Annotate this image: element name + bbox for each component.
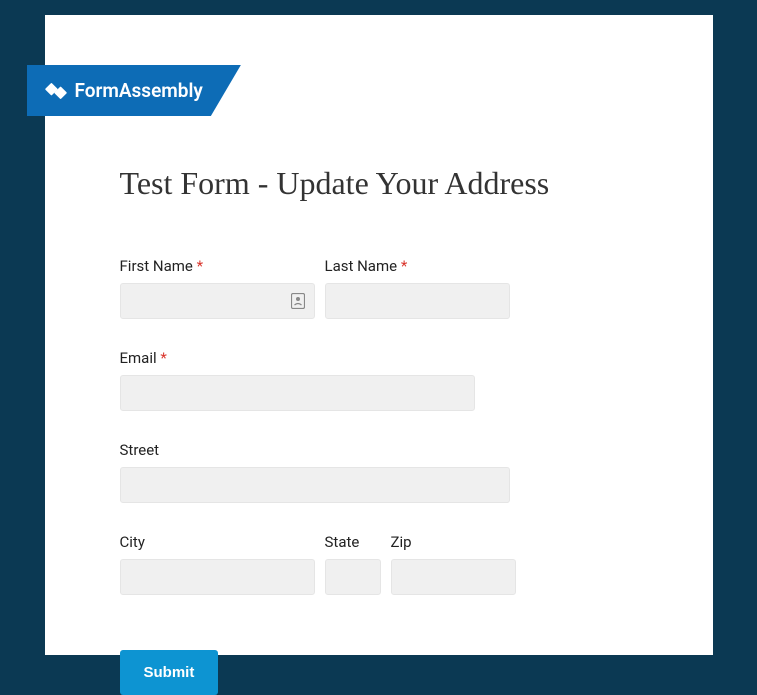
first-name-label-text: First Name xyxy=(120,257,193,275)
row-name: First Name * Last Name * xyxy=(120,257,638,319)
field-last-name: Last Name * xyxy=(325,257,510,319)
field-email: Email * xyxy=(120,349,475,411)
city-label: City xyxy=(120,533,315,551)
first-name-label: First Name * xyxy=(120,257,315,275)
last-name-label-text: Last Name xyxy=(325,257,398,275)
brand-name: FormAssembly xyxy=(75,79,203,102)
form-container: FormAssembly Test Form - Update Your Add… xyxy=(45,15,713,655)
field-city: City xyxy=(120,533,315,595)
required-marker: * xyxy=(160,349,166,367)
row-email: Email * xyxy=(120,349,638,411)
field-state: State xyxy=(325,533,381,595)
street-label: Street xyxy=(120,441,510,459)
field-zip: Zip xyxy=(391,533,516,595)
first-name-input[interactable] xyxy=(120,283,315,319)
row-city-state-zip: City State Zip xyxy=(120,533,638,595)
email-label-text: Email xyxy=(120,349,157,367)
state-input[interactable] xyxy=(325,559,381,595)
required-marker: * xyxy=(401,257,407,275)
last-name-label: Last Name * xyxy=(325,257,510,275)
state-label: State xyxy=(325,533,381,551)
email-input[interactable] xyxy=(120,375,475,411)
required-marker: * xyxy=(197,257,203,275)
field-first-name: First Name * xyxy=(120,257,315,319)
row-street: Street xyxy=(120,441,638,503)
formassembly-logo-icon xyxy=(45,80,67,102)
submit-row: Submit xyxy=(120,650,638,695)
page-title: Test Form - Update Your Address xyxy=(120,165,638,202)
last-name-input[interactable] xyxy=(325,283,510,319)
zip-input[interactable] xyxy=(391,559,516,595)
street-input[interactable] xyxy=(120,467,510,503)
email-label: Email * xyxy=(120,349,475,367)
field-street: Street xyxy=(120,441,510,503)
city-input[interactable] xyxy=(120,559,315,595)
submit-button[interactable]: Submit xyxy=(120,650,219,695)
brand-badge: FormAssembly xyxy=(27,65,241,116)
zip-label: Zip xyxy=(391,533,516,551)
